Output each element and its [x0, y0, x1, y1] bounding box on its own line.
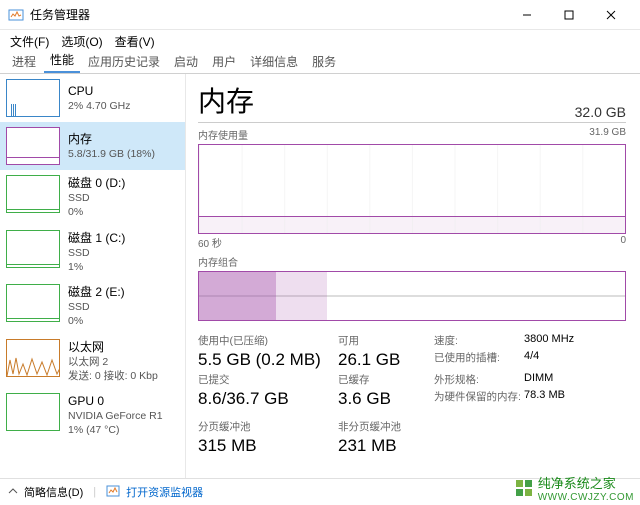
- tab-startup[interactable]: 启动: [168, 50, 204, 73]
- form-label: 外形规格:: [434, 372, 524, 387]
- commit-label: 已提交: [198, 372, 338, 387]
- close-button[interactable]: [590, 0, 632, 30]
- open-resource-monitor-link[interactable]: 打开资源监视器: [126, 484, 203, 500]
- sidebar-item-memory[interactable]: 内存5.8/31.9 GB (18%): [0, 122, 185, 170]
- inuse-label: 使用中(已压缩): [198, 333, 338, 348]
- axis-right: 0: [620, 235, 626, 250]
- slots-label: 已使用的插槽:: [434, 350, 524, 370]
- reserved-label: 为硬件保留的内存:: [434, 389, 524, 409]
- cached-value: 3.6 GB: [338, 389, 434, 409]
- disk2-thumbnail: [6, 284, 60, 322]
- fewer-details-link[interactable]: 简略信息(D): [24, 484, 83, 500]
- window-title: 任务管理器: [30, 6, 506, 23]
- nonpaged-label: 非分页缓冲池: [338, 419, 434, 434]
- page-title: 内存: [198, 80, 254, 120]
- cached-label: 已缓存: [338, 372, 434, 387]
- capacity-value: 32.0 GB: [575, 104, 626, 120]
- menu-view[interactable]: 查看(V): [111, 31, 159, 52]
- ethernet-thumbnail: [6, 339, 60, 377]
- usage-label: 内存使用量: [198, 127, 248, 142]
- sidebar-item-disk1[interactable]: 磁盘 1 (C:)SSD1%: [0, 225, 185, 280]
- composition-label: 内存组合: [198, 254, 238, 269]
- gpu0-thumbnail: [6, 393, 60, 431]
- tab-users[interactable]: 用户: [206, 50, 242, 73]
- chevron-up-icon[interactable]: [8, 486, 18, 499]
- performance-sidebar: CPU2% 4.70 GHz 内存5.8/31.9 GB (18%) 磁盘 0 …: [0, 74, 186, 478]
- disk1-thumbnail: [6, 230, 60, 268]
- nonpaged-value: 231 MB: [338, 436, 434, 456]
- paged-value: 315 MB: [198, 436, 338, 456]
- reserved-value: 78.3 MB: [524, 389, 614, 409]
- sidebar-item-disk2[interactable]: 磁盘 2 (E:)SSD0%: [0, 279, 185, 334]
- speed-value: 3800 MHz: [524, 333, 614, 348]
- tab-details[interactable]: 详细信息: [244, 50, 304, 73]
- speed-label: 速度:: [434, 333, 524, 348]
- minimize-button[interactable]: [506, 0, 548, 30]
- usage-max: 31.9 GB: [589, 127, 626, 142]
- memory-thumbnail: [6, 127, 60, 165]
- resource-monitor-icon: [106, 484, 120, 501]
- tab-performance[interactable]: 性能: [44, 48, 80, 73]
- avail-label: 可用: [338, 333, 434, 348]
- sidebar-item-cpu[interactable]: CPU2% 4.70 GHz: [0, 74, 185, 122]
- avail-value: 26.1 GB: [338, 350, 434, 370]
- sidebar-item-disk0[interactable]: 磁盘 0 (D:)SSD0%: [0, 170, 185, 225]
- tab-processes[interactable]: 进程: [6, 50, 42, 73]
- app-icon: [8, 7, 24, 23]
- sidebar-item-gpu0[interactable]: GPU 0NVIDIA GeForce R11% (47 °C): [0, 388, 185, 443]
- inuse-value: 5.5 GB (0.2 MB): [198, 350, 338, 370]
- commit-value: 8.6/36.7 GB: [198, 389, 338, 409]
- sidebar-item-ethernet[interactable]: 以太网以太网 2发送: 0 接收: 0 Kbp: [0, 334, 185, 389]
- disk0-thumbnail: [6, 175, 60, 213]
- cpu-thumbnail: [6, 79, 60, 117]
- memory-composition-chart: [198, 271, 626, 321]
- maximize-button[interactable]: [548, 0, 590, 30]
- form-value: DIMM: [524, 372, 614, 387]
- paged-label: 分页缓冲池: [198, 419, 338, 434]
- axis-left: 60 秒: [198, 235, 222, 250]
- memory-usage-chart: [198, 144, 626, 234]
- tab-services[interactable]: 服务: [306, 50, 342, 73]
- tab-app-history[interactable]: 应用历史记录: [82, 50, 166, 73]
- slots-value: 4/4: [524, 350, 614, 370]
